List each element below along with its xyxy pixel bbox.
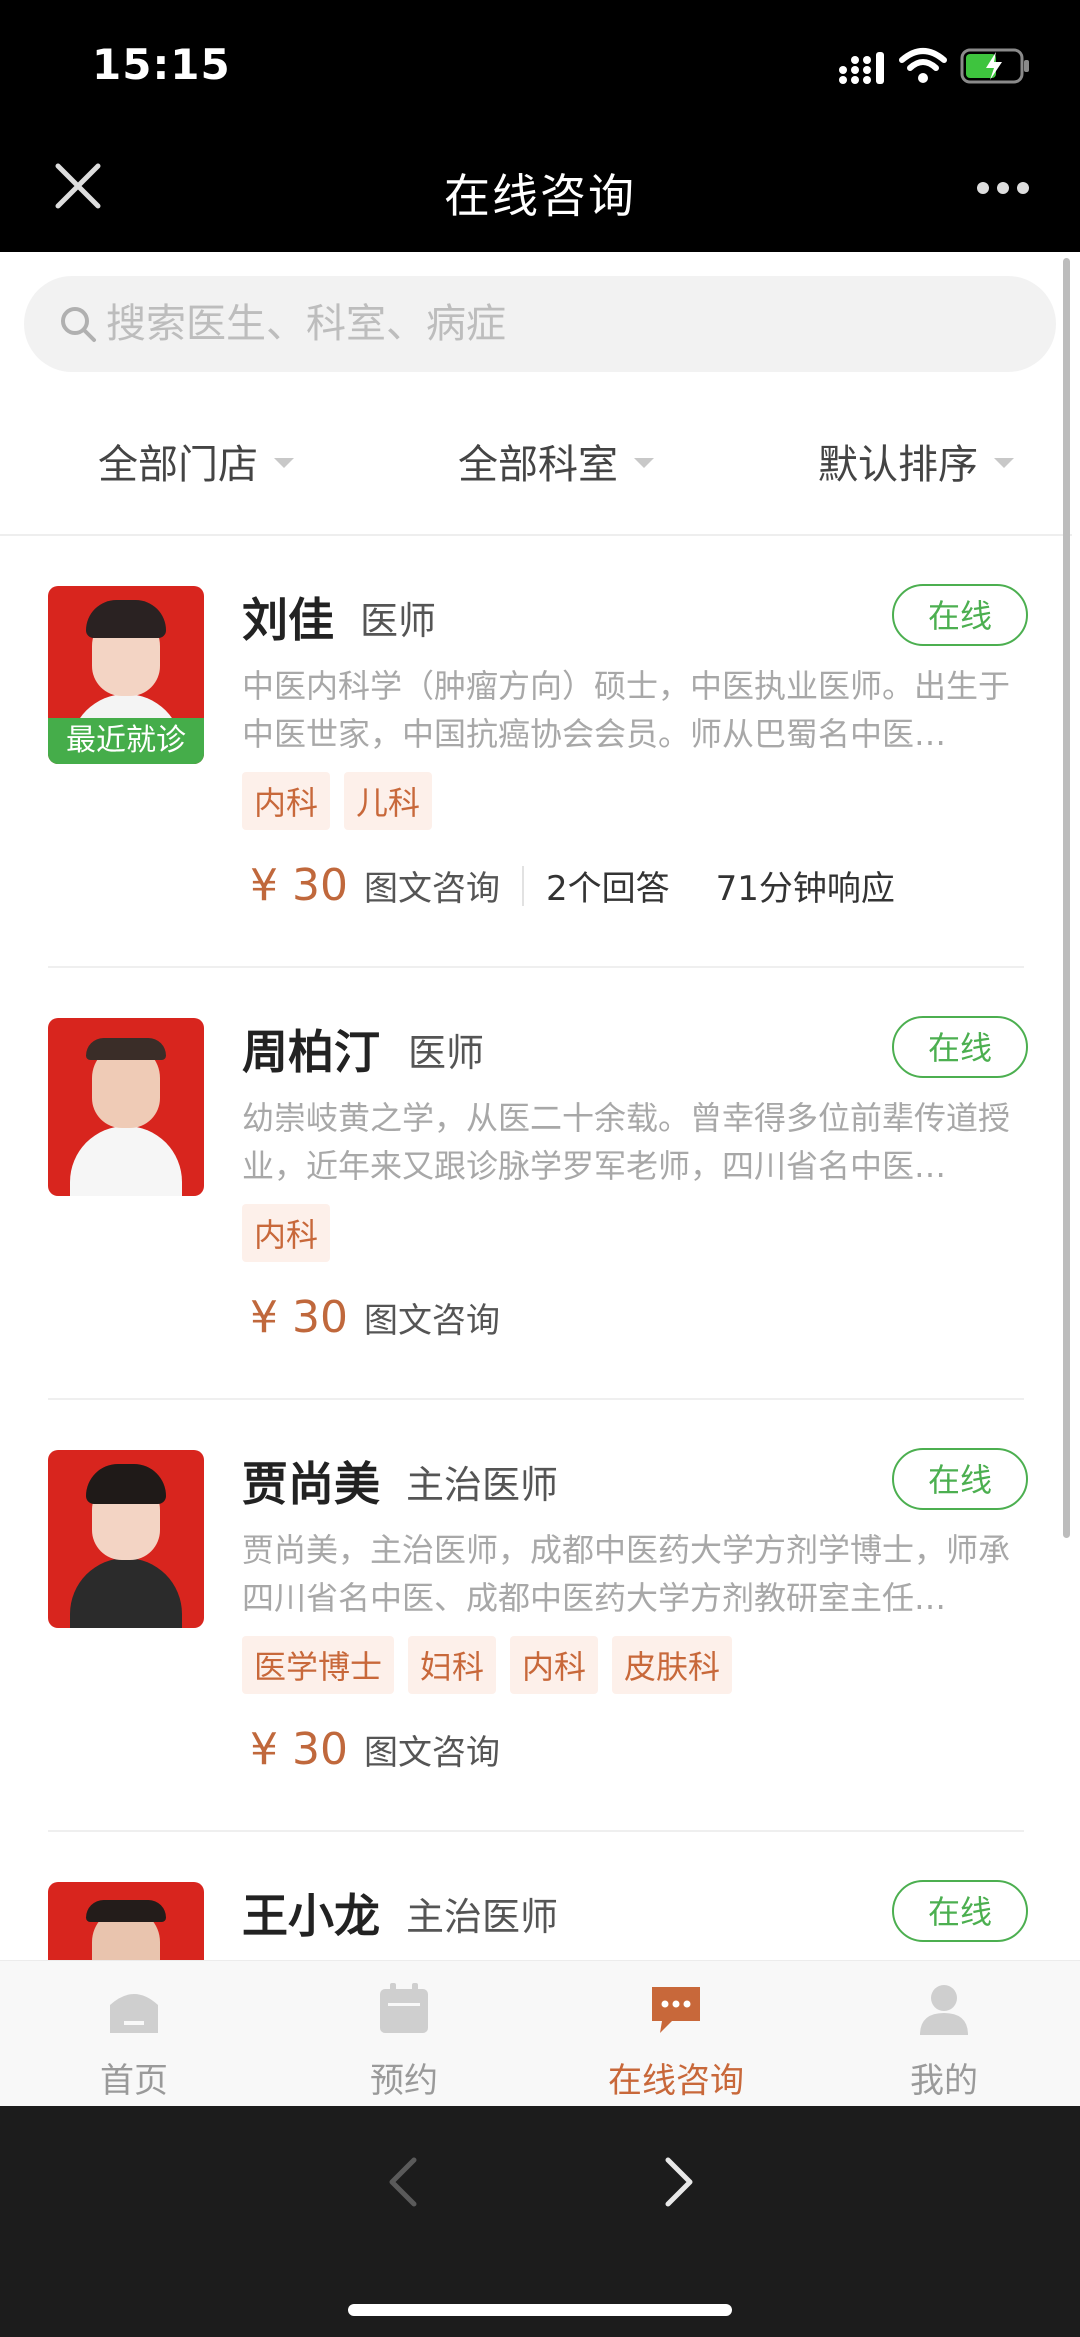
online-status-button[interactable]: 在线: [892, 584, 1028, 646]
filter-store-dropdown[interactable]: 全部门店: [98, 432, 294, 490]
doctor-avatar: [48, 1018, 204, 1196]
cellular-signal-icon: [839, 52, 884, 84]
tab-home[interactable]: 首页: [34, 1981, 234, 2102]
answer-count: 2个回答: [545, 869, 670, 909]
tab-label: 预约: [370, 2061, 438, 2101]
doctor-avatar: [48, 1450, 204, 1628]
filter-department-dropdown[interactable]: 全部科室: [458, 432, 654, 490]
separator: [521, 865, 524, 906]
doctor-title: 医师: [360, 599, 437, 643]
price: ¥ 30: [250, 860, 348, 911]
chevron-down-icon: [274, 458, 294, 468]
price-row: ¥ 30 图文咨询 2个回答 71分钟响应: [250, 860, 895, 911]
doctor-description: 贾尚美，主治医师，成都中医药大学方剂学博士，师承四川省名中医、成都中医药大学方剂…: [242, 1531, 1011, 1617]
price: ¥ 30: [250, 1292, 348, 1343]
price-row: ¥ 30 图文咨询: [250, 1724, 500, 1775]
tag-list: 内科 儿科: [242, 772, 433, 830]
home-icon: [110, 1994, 158, 2033]
doctor-card[interactable]: 贾尚美 主治医师 在线 贾尚美，主治医师，成都中医药大学方剂学博士，师承四川省名…: [0, 1400, 1072, 1832]
home-indicator[interactable]: [348, 2304, 732, 2316]
filter-label: 默认排序: [818, 442, 978, 488]
price: ¥ 30: [250, 1724, 348, 1775]
tab-bar: 首页 预约 在线咨询 我的: [0, 1960, 1080, 2107]
doctor-card[interactable]: 王小龙 主治医师 在线: [0, 1832, 1072, 1960]
forward-arrow-icon[interactable]: [654, 2152, 704, 2212]
response-time: 71分钟响应: [715, 869, 895, 909]
doctor-title: 医师: [408, 1031, 485, 1075]
online-status-button[interactable]: 在线: [892, 1016, 1028, 1078]
navigation-bar: 在线咨询: [0, 130, 1080, 252]
department-tag: 内科: [242, 772, 331, 830]
doctor-name: 王小龙: [242, 1889, 380, 1943]
online-status-button[interactable]: 在线: [892, 1448, 1028, 1510]
battery-charging-icon: [960, 48, 1029, 84]
search-bar[interactable]: [24, 276, 1056, 372]
doctor-card[interactable]: 周柏汀 医师 在线 幼崇岐黄之学，从医二十余载。曾幸得多位前辈传道授业，近年来又…: [0, 968, 1072, 1400]
doctor-name: 贾尚美: [242, 1457, 380, 1511]
department-tag: 内科: [242, 1204, 331, 1262]
chat-icon: [652, 1987, 700, 2033]
doctor-description: 中医内科学（肿瘤方向）硕士，中医执业医师。出生于中医世家，中国抗癌协会会员。师从…: [242, 667, 1011, 753]
person-icon: [920, 1985, 968, 2035]
tab-appointment[interactable]: 预约: [304, 1981, 504, 2102]
calendar-icon: [380, 1983, 428, 2033]
online-status-button[interactable]: 在线: [892, 1880, 1028, 1942]
doctor-name: 刘佳: [242, 593, 334, 647]
doctor-avatar: 最近就诊: [48, 586, 204, 764]
doctor-title: 主治医师: [406, 1895, 559, 1939]
tab-label: 在线咨询: [608, 2061, 744, 2101]
doctor-description: 幼崇岐黄之学，从医二十余载。曾幸得多位前辈传道授业，近年来又跟诊脉学罗军老师，四…: [242, 1099, 1011, 1185]
more-options-icon[interactable]: [975, 180, 1031, 196]
tab-label: 我的: [910, 2061, 978, 2101]
status-time: 15:15: [92, 40, 231, 89]
wifi-icon: [899, 48, 947, 83]
doctor-card[interactable]: 最近就诊 刘佳 医师 在线 中医内科学（肿瘤方向）硕士，中医执业医师。出生于中医…: [0, 536, 1072, 968]
browser-toolbar: [0, 2106, 1080, 2337]
filter-label: 全部门店: [98, 442, 258, 488]
tab-label: 首页: [100, 2061, 168, 2101]
filter-sort-dropdown[interactable]: 默认排序: [818, 432, 1014, 490]
recent-visit-badge: 最近就诊: [48, 718, 204, 764]
doctor-title: 主治医师: [406, 1463, 559, 1507]
filter-label: 全部科室: [458, 442, 618, 488]
search-icon: [61, 307, 96, 342]
department-tag: 内科: [510, 1636, 599, 1694]
consult-type: 图文咨询: [363, 869, 500, 909]
doctor-list: 最近就诊 刘佳 医师 在线 中医内科学（肿瘤方向）硕士，中医执业医师。出生于中医…: [0, 536, 1072, 1960]
tag-list: 医学博士 妇科 内科 皮肤科: [242, 1636, 733, 1694]
department-tag: 皮肤科: [612, 1636, 733, 1694]
doctor-avatar: [48, 1882, 204, 1960]
page-title: 在线咨询: [444, 169, 636, 223]
tab-profile[interactable]: 我的: [844, 1981, 1044, 2102]
chevron-down-icon: [994, 458, 1014, 468]
consult-type: 图文咨询: [363, 1301, 500, 1341]
status-bar: 15:15: [0, 0, 1080, 130]
filter-bar: 全部门店 全部科室 默认排序: [0, 410, 1080, 510]
search-input[interactable]: [106, 276, 1006, 372]
tab-online-consult[interactable]: 在线咨询: [576, 1981, 776, 2102]
department-tag: 医学博士: [242, 1636, 395, 1694]
department-tag: 儿科: [344, 772, 433, 830]
scrollbar[interactable]: [1063, 258, 1070, 1538]
consult-type: 图文咨询: [363, 1733, 500, 1773]
department-tag: 妇科: [408, 1636, 497, 1694]
tag-list: 内科: [242, 1204, 331, 1262]
back-arrow-icon[interactable]: [378, 2152, 428, 2212]
doctor-name: 周柏汀: [242, 1025, 380, 1079]
price-row: ¥ 30 图文咨询: [250, 1292, 500, 1343]
chevron-down-icon: [634, 458, 654, 468]
